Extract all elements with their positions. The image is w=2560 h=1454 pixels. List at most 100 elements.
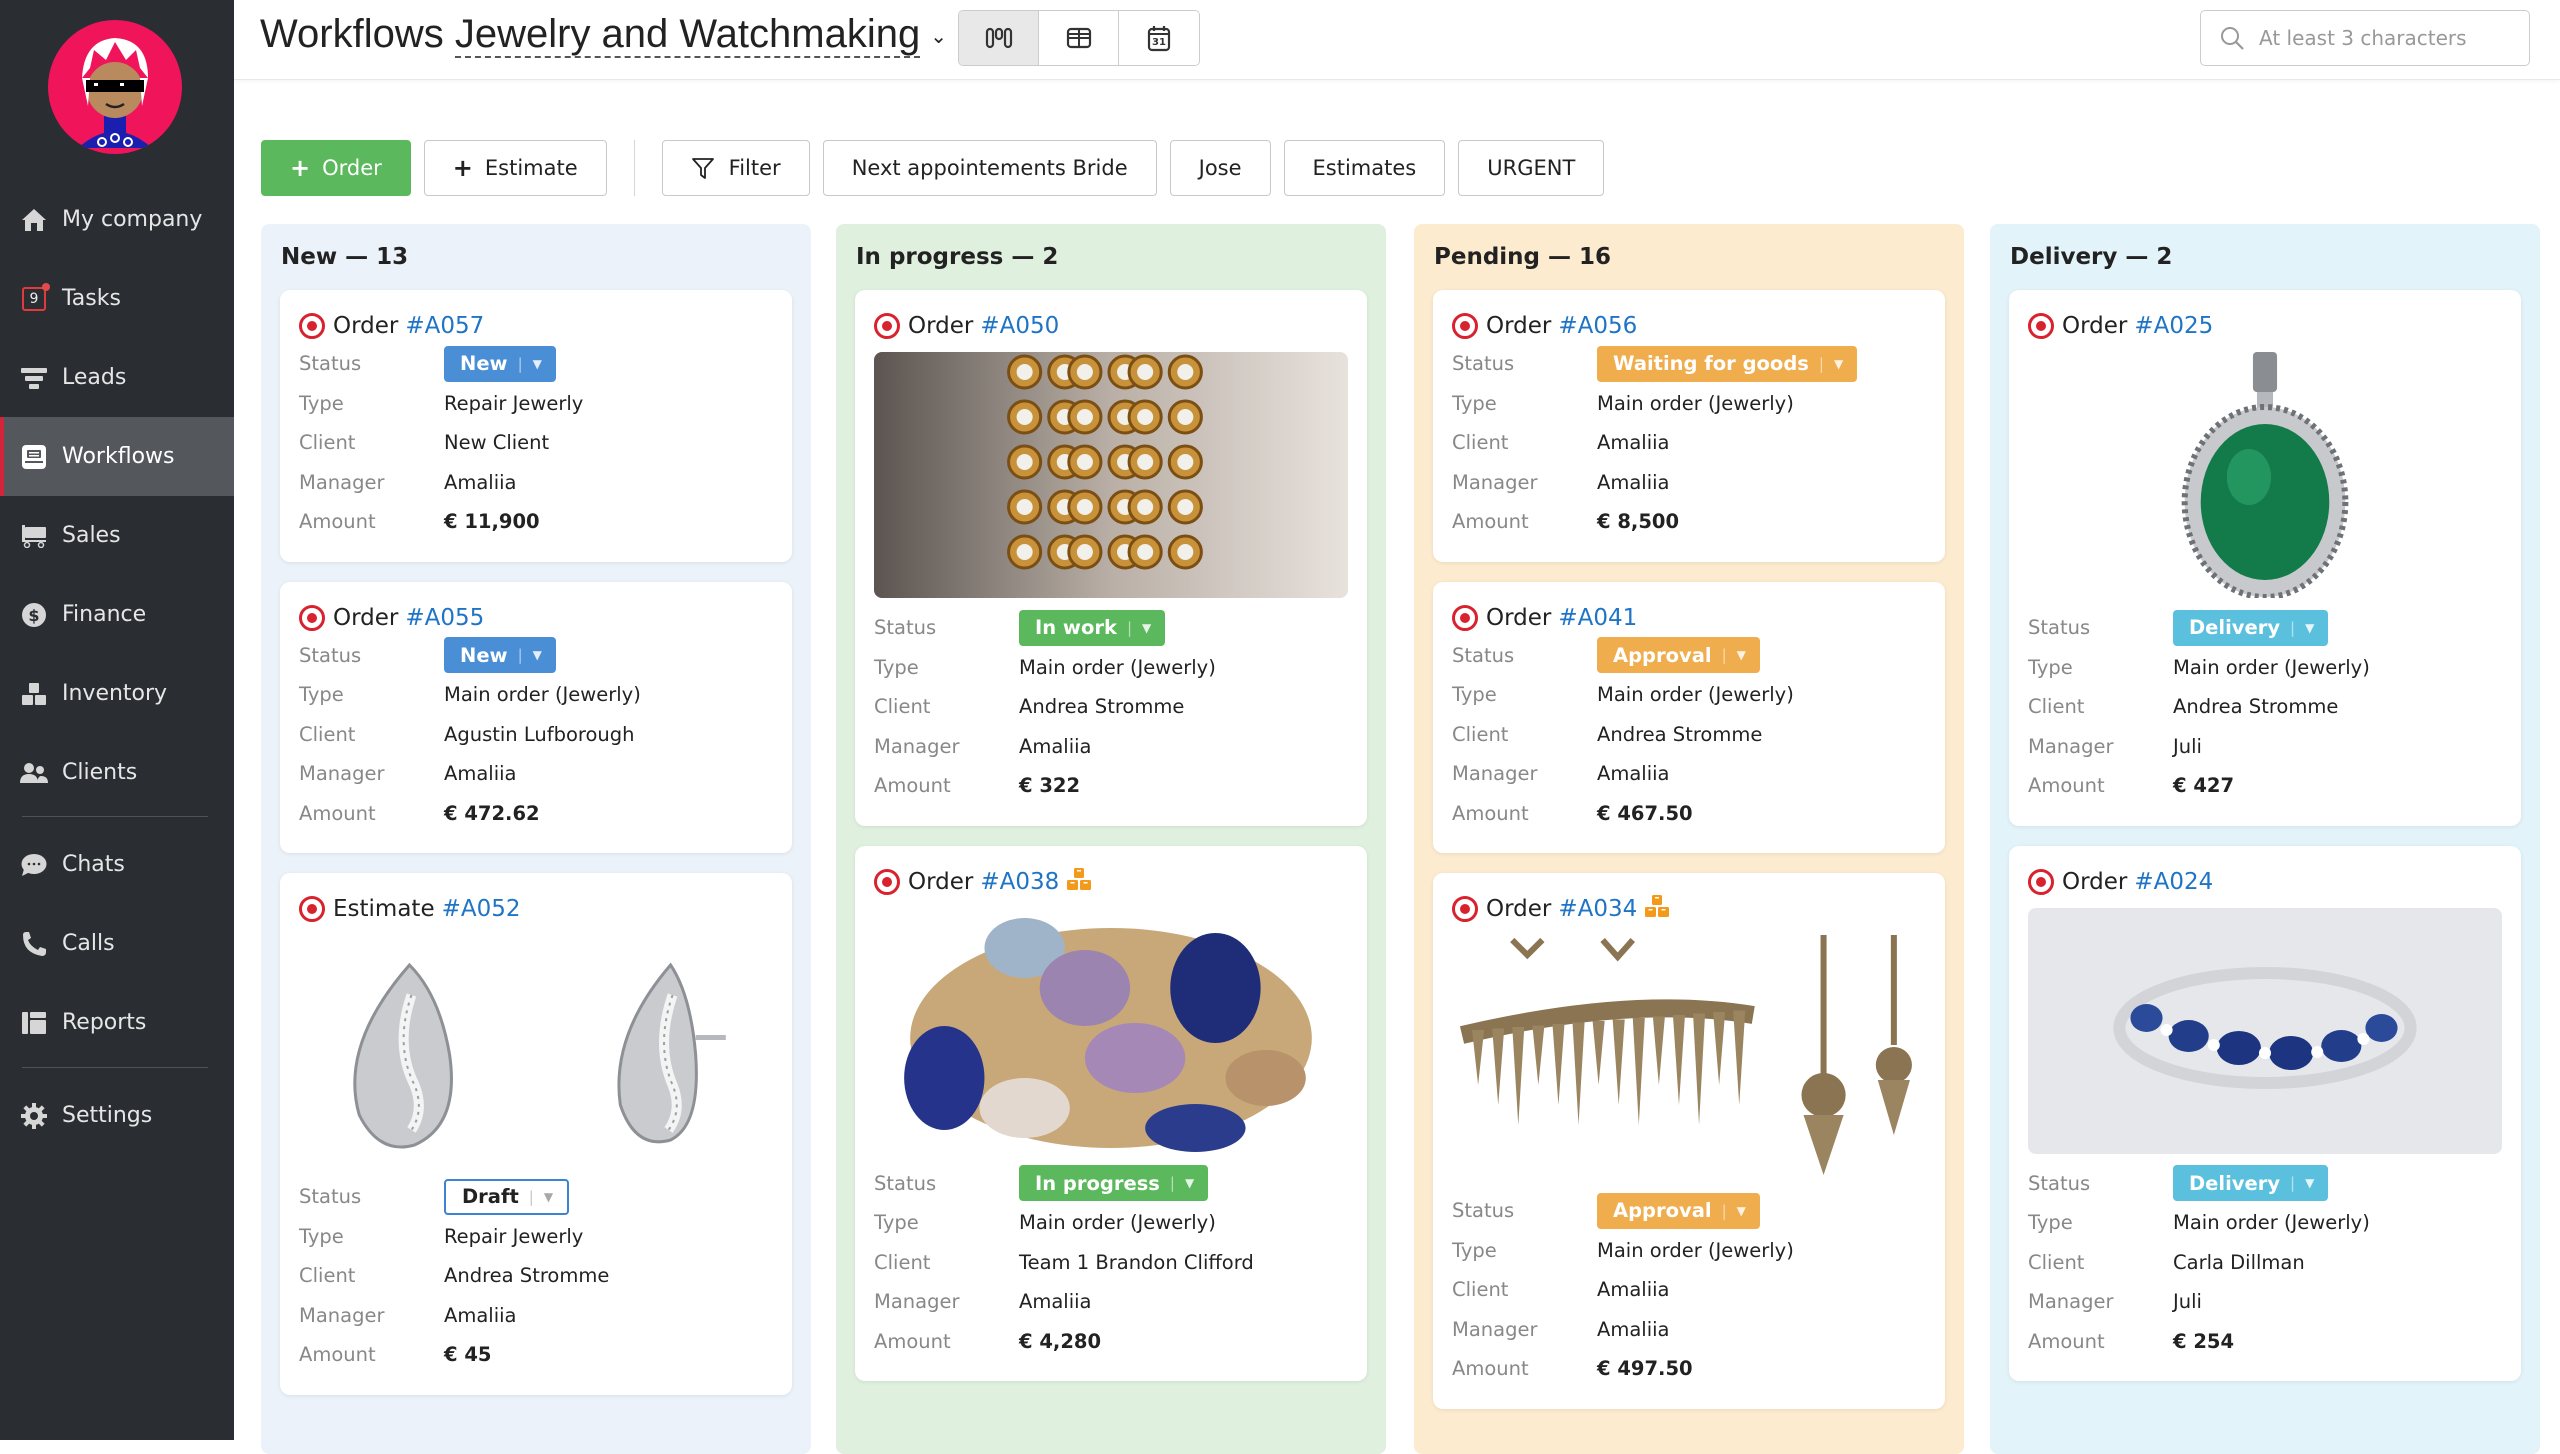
product-photo-earrings [299, 935, 773, 1167]
saved-filter-button[interactable]: Next appointements Bride [822, 140, 1157, 196]
card-number-link[interactable]: #A025 [2134, 313, 2213, 339]
status-value: In progress [1035, 1171, 1160, 1195]
field-label: Amount [299, 1343, 376, 1367]
sidebar-item-workflows[interactable]: Workflows [0, 417, 234, 496]
status-dropdown[interactable]: Approval | ▼ [1597, 1192, 1760, 1229]
filter-button[interactable]: Filter [661, 140, 810, 196]
card-number-link[interactable]: #A055 [405, 605, 484, 631]
calendar-view-button[interactable]: 31 [1119, 11, 1199, 65]
sidebar-item-my-company[interactable]: My company [0, 180, 234, 259]
field-label: Type [874, 655, 919, 679]
column-title: In progress — 2 [856, 244, 1059, 270]
field-label: Type [1452, 391, 1497, 415]
client-row: Client Andrea Stromme [1452, 715, 1926, 755]
product-photo-necklace [1452, 935, 1926, 1181]
field-label: Status [2028, 1171, 2091, 1195]
field-label: Manager [1452, 762, 1538, 786]
manager-value: Amaliia [444, 1303, 517, 1327]
deal-card[interactable]: Order #A034 Status Approval | ▼ Type Mai… [1433, 873, 1945, 1409]
search-input[interactable] [2259, 26, 2519, 50]
status-dropdown[interactable]: Delivery | ▼ [2173, 609, 2329, 646]
deal-card[interactable]: Order #A056 Status Waiting for goods | ▼… [1433, 290, 1945, 562]
card-number-link[interactable]: #A050 [980, 313, 1059, 339]
tasks-count-badge: 9 [22, 286, 46, 311]
target-icon [299, 896, 325, 922]
svg-text:$: $ [28, 606, 39, 625]
status-row: Status Delivery | ▼ [2028, 608, 2502, 648]
status-dropdown[interactable]: New | ▼ [444, 345, 556, 382]
table-view-button[interactable] [1039, 11, 1119, 65]
card-number-link[interactable]: #A056 [1558, 313, 1637, 339]
sidebar-item-calls[interactable]: Calls [0, 904, 234, 983]
type-row: Type Repair Jewerly [299, 1217, 773, 1257]
field-label: Manager [874, 734, 960, 758]
deal-card[interactable]: Order #A055 Status New | ▼ Type Main ord… [280, 581, 792, 853]
product-photo-pendant [2028, 352, 2502, 598]
deal-card[interactable]: Order #A041 Status Approval | ▼ Type Mai… [1433, 581, 1945, 853]
status-row: Status In work | ▼ [874, 608, 1348, 648]
chevron-down-icon: ▼ [532, 648, 542, 663]
manager-value: Amaliia [444, 470, 517, 494]
deal-card[interactable]: Estimate #A052 Status Draft | ▼ Type Rep… [280, 873, 792, 1395]
add-order-button[interactable]: + Order [261, 140, 411, 196]
client-value: Andrea Stromme [1597, 722, 1763, 746]
status-dropdown[interactable]: Waiting for goods | ▼ [1597, 345, 1858, 382]
card-number-link[interactable]: #A057 [405, 313, 484, 339]
saved-filter-button[interactable]: Jose [1169, 140, 1271, 196]
pipeline-selector[interactable]: Jewelry and Watchmaking [454, 12, 921, 58]
field-label: Status [1452, 1199, 1515, 1223]
sidebar-item-label: Inventory [62, 681, 168, 706]
saved-filter-button[interactable]: URGENT [1458, 140, 1605, 196]
sidebar-item-leads[interactable]: Leads [0, 338, 234, 417]
deal-card[interactable]: Order #A057 Status New | ▼ Type Repair J… [280, 290, 792, 562]
sidebar-item-label: My company [62, 207, 203, 232]
kanban-column: Delivery — 2 Order #A025 Status Delivery… [1990, 224, 2540, 1454]
manager-value: Amaliia [1019, 734, 1092, 758]
status-dropdown[interactable]: In work | ▼ [1019, 609, 1166, 646]
status-dropdown[interactable]: Delivery | ▼ [2173, 1165, 2329, 1202]
sidebar-item-finance[interactable]: $ Finance [0, 575, 234, 654]
manager-value: Amaliia [1019, 1290, 1092, 1314]
status-separator: | [2290, 1174, 2296, 1193]
saved-filter-button[interactable]: Estimates [1283, 140, 1446, 196]
target-icon [1452, 313, 1478, 339]
card-number-link[interactable]: #A052 [442, 896, 521, 922]
amount-row: Amount € 254 [2028, 1322, 2502, 1362]
kanban-view-button[interactable] [959, 11, 1039, 65]
sidebar-item-label: Reports [62, 1010, 147, 1035]
status-value: In work [1035, 616, 1117, 640]
chevron-down-icon[interactable]: ⌄ [930, 26, 947, 48]
manager-value: Juli [2173, 1290, 2202, 1314]
deal-card[interactable]: Order #A038 Status In progress | ▼ Type … [855, 845, 1367, 1381]
sidebar-item-sales[interactable]: Sales [0, 496, 234, 575]
sidebar-item-tasks[interactable]: 9 Tasks [0, 259, 234, 338]
type-row: Type Main order (Jewerly) [1452, 1231, 1926, 1271]
type-row: Type Main order (Jewerly) [1452, 675, 1926, 715]
amount-value: € 427 [2173, 774, 2235, 798]
type-value: Main order (Jewerly) [1597, 1238, 1794, 1262]
add-estimate-button[interactable]: + Estimate [423, 140, 607, 196]
card-number-link[interactable]: #A038 [980, 869, 1059, 895]
field-label: Amount [2028, 1329, 2105, 1353]
sidebar-item-clients[interactable]: Clients [0, 733, 234, 812]
sidebar-item-chats[interactable]: Chats [0, 825, 234, 904]
client-row: Client Carla Dillman [2028, 1243, 2502, 1283]
status-dropdown[interactable]: Approval | ▼ [1597, 637, 1760, 674]
deal-card[interactable]: Order #A025 Status Delivery | ▼ Type Mai… [2009, 290, 2521, 826]
card-number-link[interactable]: #A041 [1558, 605, 1637, 631]
card-number-link[interactable]: #A034 [1558, 896, 1637, 922]
sidebar-item-settings[interactable]: Settings [0, 1076, 234, 1155]
status-dropdown[interactable]: In progress | ▼ [1019, 1165, 1209, 1202]
deal-card[interactable]: Order #A024 Status Delivery | ▼ Type Mai… [2009, 845, 2521, 1381]
card-number-link[interactable]: #A024 [2134, 869, 2213, 895]
search-box[interactable] [2200, 10, 2530, 66]
status-dropdown[interactable]: Draft | ▼ [444, 1178, 570, 1215]
sidebar-item-inventory[interactable]: Inventory [0, 654, 234, 733]
kanban-icon [985, 27, 1012, 49]
deal-card[interactable]: Order #A050 Status In work | ▼ Type Main… [855, 290, 1367, 826]
card-kind: Order [1486, 313, 1552, 339]
column-title: Delivery — 2 [2010, 244, 2173, 270]
status-dropdown[interactable]: New | ▼ [444, 637, 556, 674]
user-avatar[interactable] [48, 20, 182, 154]
sidebar-item-reports[interactable]: Reports [0, 983, 234, 1062]
